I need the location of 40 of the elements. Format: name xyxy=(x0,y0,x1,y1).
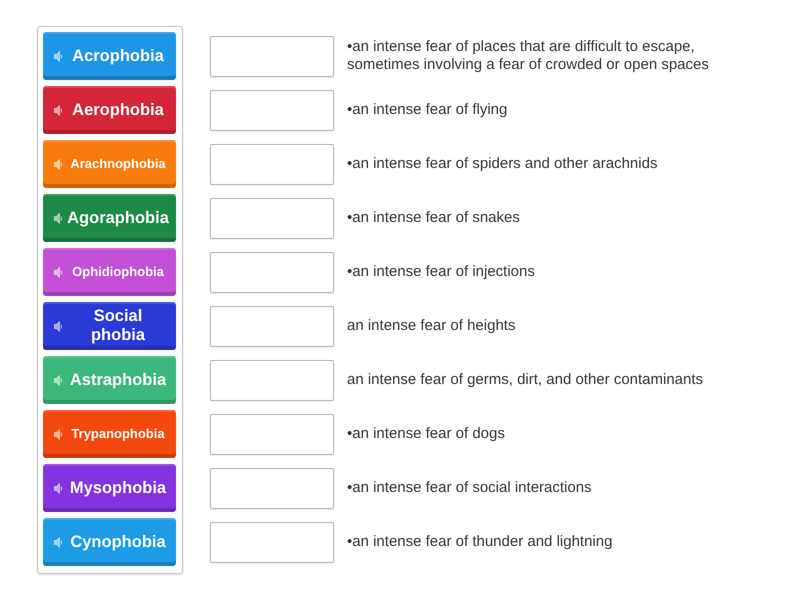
speaker-icon xyxy=(54,158,63,170)
term-card[interactable]: Aerophobia xyxy=(43,86,176,134)
answer-box[interactable] xyxy=(210,522,334,562)
term-card[interactable]: Astraphobia xyxy=(43,356,176,404)
definition-text: •an intense fear of social interactions xyxy=(347,479,593,497)
answer-box[interactable] xyxy=(210,144,334,184)
answer-box[interactable] xyxy=(210,306,334,346)
definition-text: •an intense fear of flying xyxy=(347,101,508,119)
definition-text: •an intense fear of snakes xyxy=(347,209,521,227)
speaker-icon xyxy=(54,482,63,494)
answer-box[interactable] xyxy=(210,360,334,400)
answer-box[interactable] xyxy=(210,90,334,130)
speaker-icon xyxy=(54,320,63,332)
definition-text: •an intense fear of dogs xyxy=(347,425,506,443)
definition-text: •an intense fear of thunder and lightning xyxy=(347,533,614,551)
definition-text: •an intense fear of injections xyxy=(347,263,536,281)
definition-text: •an intense fear of places that are difficult to escape, sometimes involving a fear of crowded or open spaces xyxy=(347,38,710,74)
term-card[interactable]: Trypanophobia xyxy=(43,410,176,458)
term-card[interactable]: Cynophobia xyxy=(43,518,176,566)
speaker-icon xyxy=(54,50,63,62)
term-card[interactable]: Social phobia xyxy=(43,302,176,350)
term-card[interactable]: Ophidiophobia xyxy=(43,248,176,296)
answer-box[interactable] xyxy=(210,198,334,238)
speaker-icon xyxy=(54,428,63,440)
term-card[interactable]: Arachnophobia xyxy=(43,140,176,188)
speaker-icon xyxy=(54,104,63,116)
definition-text: •an intense fear of spiders and other arachnids xyxy=(347,155,658,173)
answer-box[interactable] xyxy=(210,252,334,292)
definition-text: an intense fear of heights xyxy=(347,317,516,335)
definition-text: an intense fear of germs, dirt, and other contaminants xyxy=(347,371,704,389)
term-card[interactable]: Mysophobia xyxy=(43,464,176,512)
speaker-icon xyxy=(54,374,63,386)
speaker-icon xyxy=(54,266,63,278)
answer-box[interactable] xyxy=(210,414,334,454)
answer-box[interactable] xyxy=(210,468,334,508)
answer-box[interactable] xyxy=(210,36,334,76)
term-card[interactable]: Agoraphobia xyxy=(43,194,176,242)
term-card[interactable]: Acrophobia xyxy=(43,32,176,80)
speaker-icon xyxy=(54,536,63,548)
speaker-icon xyxy=(54,212,63,224)
